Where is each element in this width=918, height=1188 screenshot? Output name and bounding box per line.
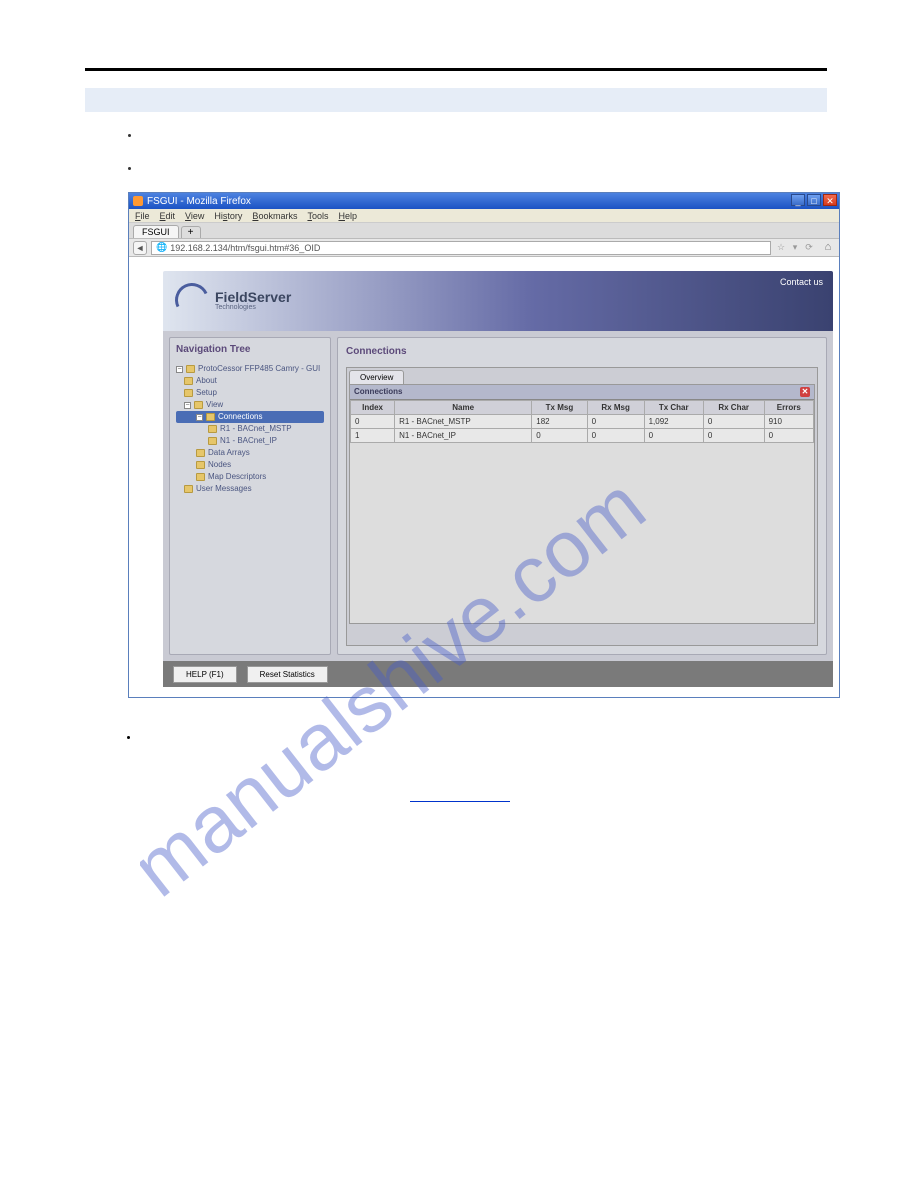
section-header: Connections ✕ — [350, 385, 814, 400]
horizontal-rule — [85, 68, 827, 71]
tree-data-arrays[interactable]: Data Arrays — [176, 447, 324, 459]
col-txmsg[interactable]: Tx Msg — [532, 401, 587, 415]
folder-icon — [194, 401, 203, 409]
browser-tab[interactable]: FSGUI — [133, 225, 179, 238]
menu-edit[interactable]: Edit — [160, 211, 176, 221]
back-button[interactable]: ◄ — [133, 241, 147, 255]
browser-viewport: FieldServer Technologies Contact us Navi… — [129, 257, 839, 697]
minimize-button[interactable]: _ — [791, 194, 805, 206]
browser-titlebar: FSGUI - Mozilla Firefox _ □ ✕ — [129, 193, 839, 209]
col-name[interactable]: Name — [395, 401, 532, 415]
menu-help[interactable]: Help — [338, 211, 357, 221]
section-close-icon[interactable]: ✕ — [800, 387, 810, 397]
tree-n1[interactable]: N1 - BACnet_IP — [176, 435, 324, 447]
tree-setup[interactable]: Setup — [176, 387, 324, 399]
bookmark-star-icon[interactable]: ☆ — [775, 242, 787, 254]
tree-root[interactable]: − ProtoCessor FFP485 Camry - GUI — [176, 363, 324, 375]
firefox-icon — [133, 196, 143, 206]
bullet-1 — [140, 130, 143, 141]
browser-window: FSGUI - Mozilla Firefox _ □ ✕ File Edit … — [128, 192, 840, 698]
logo: FieldServer Technologies — [175, 283, 291, 317]
tab-area: Overview Connections ✕ Index — [346, 367, 818, 646]
reset-stats-button[interactable]: Reset Statistics — [247, 666, 328, 683]
browser-tabbar: FSGUI + — [129, 223, 839, 239]
tree-nodes[interactable]: Nodes — [176, 459, 324, 471]
browser-menubar: File Edit View History Bookmarks Tools H… — [129, 209, 839, 223]
tree-connections[interactable]: − Connections — [176, 411, 324, 423]
folder-icon — [206, 413, 215, 421]
app-header: FieldServer Technologies Contact us — [163, 271, 833, 331]
new-tab-button[interactable]: + — [181, 226, 201, 238]
folder-icon — [184, 485, 193, 493]
folder-icon — [208, 437, 217, 445]
tree-r1[interactable]: R1 - BACnet_MSTP — [176, 423, 324, 435]
folder-icon — [196, 461, 205, 469]
table-row[interactable]: 1 N1 - BACnet_IP 0 0 0 0 0 — [351, 429, 814, 443]
folder-icon — [186, 365, 195, 373]
app-footer: HELP (F1) Reset Statistics — [163, 661, 833, 687]
url-input[interactable]: 🌐 192.168.2.134/htm/fsgui.htm#36_OID — [151, 241, 771, 255]
home-icon[interactable]: ⌂ — [821, 241, 835, 255]
connections-table: Index Name Tx Msg Rx Msg Tx Char Rx Char… — [350, 400, 814, 443]
nav-tree: − ProtoCessor FFP485 Camry - GUI About S… — [176, 363, 324, 495]
logo-arc-icon — [170, 278, 214, 322]
collapse-icon[interactable]: − — [196, 414, 203, 421]
menu-history[interactable]: History — [214, 211, 242, 221]
close-button[interactable]: ✕ — [823, 194, 837, 206]
menu-tools[interactable]: Tools — [307, 211, 328, 221]
menu-file[interactable]: File — [135, 211, 150, 221]
folder-icon — [184, 377, 193, 385]
main-panel: Connections Overview Connections ✕ — [337, 337, 827, 655]
tree-about[interactable]: About — [176, 375, 324, 387]
tree-user-messages[interactable]: User Messages — [176, 483, 324, 495]
collapse-icon[interactable]: − — [176, 366, 183, 373]
reload-icon[interactable]: ⟳ — [803, 242, 815, 254]
table-row[interactable]: 0 R1 - BACnet_MSTP 182 0 1,092 0 910 — [351, 415, 814, 429]
col-rxchar[interactable]: Rx Char — [703, 401, 764, 415]
tab-content: Connections ✕ Index Name Tx Msg Rx Msg — [349, 384, 815, 624]
col-index[interactable]: Index — [351, 401, 395, 415]
section-heading-bar — [85, 88, 827, 112]
folder-icon — [196, 473, 205, 481]
menu-view[interactable]: View — [185, 211, 204, 221]
fieldserver-app: FieldServer Technologies Contact us Navi… — [163, 271, 833, 687]
logo-subtext: Technologies — [215, 304, 291, 311]
bullet-3 — [140, 732, 143, 744]
col-errors[interactable]: Errors — [764, 401, 813, 415]
folder-icon — [196, 449, 205, 457]
logo-text: FieldServer — [215, 289, 291, 305]
bullet-list-top — [140, 130, 143, 196]
col-txchar[interactable]: Tx Char — [644, 401, 703, 415]
tab-overview[interactable]: Overview — [349, 370, 404, 384]
dropdown-icon[interactable]: ▾ — [789, 242, 801, 254]
tree-view[interactable]: − View — [176, 399, 324, 411]
bullet-list-bottom — [140, 732, 143, 744]
main-title: Connections — [346, 346, 818, 357]
folder-icon — [208, 425, 217, 433]
contact-us-link[interactable]: Contact us — [780, 277, 823, 287]
section-title: Connections — [354, 387, 402, 397]
window-title: FSGUI - Mozilla Firefox — [147, 196, 251, 207]
hyperlink-underline[interactable] — [410, 790, 510, 802]
url-text: 192.168.2.134/htm/fsgui.htm#36_OID — [170, 243, 320, 253]
maximize-button[interactable]: □ — [807, 194, 821, 206]
folder-icon — [184, 389, 193, 397]
menu-bookmarks[interactable]: Bookmarks — [252, 211, 297, 221]
bullet-2 — [140, 163, 143, 174]
address-bar: ◄ 🌐 192.168.2.134/htm/fsgui.htm#36_OID ☆… — [129, 239, 839, 257]
col-rxmsg[interactable]: Rx Msg — [587, 401, 644, 415]
navigation-panel: Navigation Tree − ProtoCessor FFP485 Cam… — [169, 337, 331, 655]
collapse-icon[interactable]: − — [184, 402, 191, 409]
help-button[interactable]: HELP (F1) — [173, 666, 237, 683]
tree-map-descriptors[interactable]: Map Descriptors — [176, 471, 324, 483]
nav-panel-title: Navigation Tree — [176, 344, 324, 355]
app-body: Navigation Tree − ProtoCessor FFP485 Cam… — [163, 331, 833, 661]
